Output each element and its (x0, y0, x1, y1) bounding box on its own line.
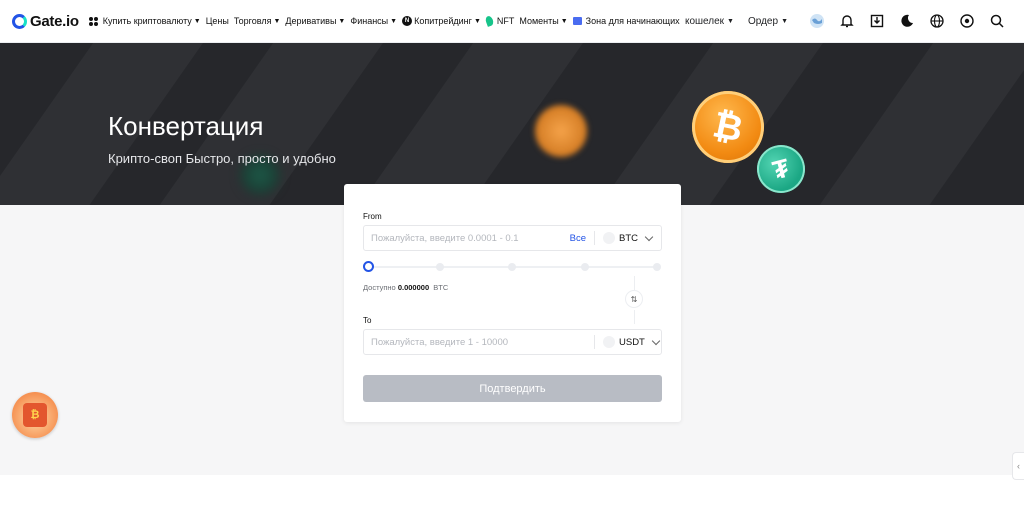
to-currency-label: USDT (619, 336, 645, 348)
nav-item-label: Копитрейдинг (414, 16, 472, 26)
nav-item-prices[interactable]: Цены (206, 16, 229, 26)
chevron-left-icon[interactable]: ‹ (1012, 452, 1024, 480)
leaf-icon (484, 15, 495, 27)
swap-direction-icon[interactable]: ⇅ (625, 290, 643, 308)
nav-item-moments[interactable]: Моменты ▼ (519, 16, 567, 26)
nav-item-label: NFT (496, 16, 515, 26)
amount-slider[interactable] (363, 261, 662, 273)
from-currency-label: BTC (619, 232, 638, 244)
slider-handle[interactable] (363, 261, 374, 272)
settings-icon[interactable] (952, 6, 982, 36)
available-currency: BTC (433, 283, 449, 292)
globe-avatar-icon[interactable] (802, 6, 832, 36)
available-label: Доступно (363, 283, 396, 292)
grid-icon (88, 16, 98, 26)
divider (634, 276, 635, 290)
nav-item-copytrading[interactable]: N Копитрейдинг ▼ (402, 16, 481, 26)
caret-down-icon: ▼ (193, 17, 201, 25)
divider (594, 231, 595, 245)
zone-icon (572, 17, 582, 25)
nav-item-trade[interactable]: Торговля ▼ (234, 16, 281, 26)
nav-item-label: Финансы (350, 16, 389, 26)
order-menu[interactable]: Ордер ▼ (748, 16, 788, 27)
top-navbar: Gate.io Купить криптовалюту ▼ Цены Торгов… (0, 0, 1024, 43)
decorative-stripe (767, 43, 1024, 205)
caret-down-icon: ▼ (727, 17, 734, 25)
wallet-label: кошелек (684, 15, 725, 27)
available-balance: Доступно 0.000000 BTC (363, 283, 448, 292)
n-icon: N (402, 16, 413, 26)
from-amount-input[interactable]: Пожалуйста, введите 0.0001 - 0.1 (371, 233, 570, 244)
caret-down-icon: ▼ (473, 17, 481, 25)
from-label: From (363, 212, 382, 221)
caret-down-icon: ▼ (390, 17, 398, 25)
gateio-logo[interactable]: Gate.io (12, 13, 79, 30)
divider (634, 310, 635, 324)
nav-item-label: Деривативы (285, 16, 337, 26)
nav-item-buy-crypto[interactable]: Купить криптовалюту ▼ (88, 16, 201, 26)
nav-item-nft[interactable]: NFT (484, 15, 515, 27)
to-amount-field[interactable]: Пожалуйста, введите 1 - 10000 USDT (363, 329, 662, 355)
nav-item-label: Цены (205, 16, 229, 26)
search-icon[interactable] (982, 6, 1012, 36)
from-amount-field[interactable]: Пожалуйста, введите 0.0001 - 0.1 Все BTC (363, 225, 662, 251)
page-title: Конвертация (108, 111, 264, 141)
language-icon[interactable] (922, 6, 952, 36)
to-amount-input[interactable]: Пожалуйста, введите 1 - 10000 (371, 337, 594, 348)
slider-step-75[interactable] (581, 263, 589, 271)
convert-card: From Пожалуйста, введите 0.0001 - 0.1 Вс… (344, 184, 681, 422)
bell-icon[interactable] (832, 6, 862, 36)
to-label: To (363, 316, 372, 325)
nav-right: кошелек ▼ Ордер ▼ (685, 6, 1012, 36)
btc-coin-icon (603, 232, 615, 244)
nav-item-derivatives[interactable]: Деривативы ▼ (285, 16, 345, 26)
slider-step-100[interactable] (653, 263, 661, 271)
hero-banner: Конвертация Крипто-своп Быстро, просто и… (0, 43, 1024, 205)
from-currency-select[interactable]: BTC (603, 232, 661, 244)
chevron-down-icon (651, 336, 661, 345)
available-amount: 0.000000 (397, 283, 430, 292)
max-all-button[interactable]: Все (570, 233, 586, 244)
brand-name: Gate.io (30, 12, 79, 30)
download-icon[interactable] (862, 6, 892, 36)
main-menu: Купить криптовалюту ▼ Цены Торговля ▼ Дери… (88, 15, 685, 27)
moon-icon[interactable] (892, 6, 922, 36)
page-subtitle: Крипто-своп Быстро, просто и удобно (108, 151, 336, 166)
caret-down-icon: ▼ (273, 17, 281, 25)
caret-down-icon: ▼ (781, 17, 788, 25)
wallet-menu[interactable]: кошелек ▼ (685, 16, 734, 27)
gateio-logo-icon (12, 13, 27, 29)
chevron-down-icon (644, 232, 654, 241)
slider-step-25[interactable] (436, 263, 444, 271)
divider (594, 335, 595, 349)
nav-item-label: Торговля (233, 16, 272, 26)
caret-down-icon: ▼ (560, 17, 568, 25)
caret-down-icon: ▼ (338, 17, 346, 25)
usdt-coin-icon (603, 336, 615, 348)
blurred-coin-icon (535, 105, 587, 157)
order-label: Ордер (747, 15, 779, 27)
confirm-button[interactable]: Подтвердить (363, 375, 662, 402)
nav-item-finance[interactable]: Финансы ▼ (350, 16, 397, 26)
to-currency-select[interactable]: USDT (603, 336, 661, 348)
nav-item-label: Купить криптовалюту (102, 16, 192, 26)
promo-coin-icon: ₿ (23, 403, 47, 427)
nav-item-label: Зона для начинающих (585, 16, 680, 26)
slider-step-50[interactable] (508, 263, 516, 271)
nav-item-label: Моменты (519, 16, 559, 26)
nav-item-beginner-zone[interactable]: Зона для начинающих (572, 16, 680, 26)
promo-bitcoin-icon[interactable]: ₿ (12, 392, 58, 438)
